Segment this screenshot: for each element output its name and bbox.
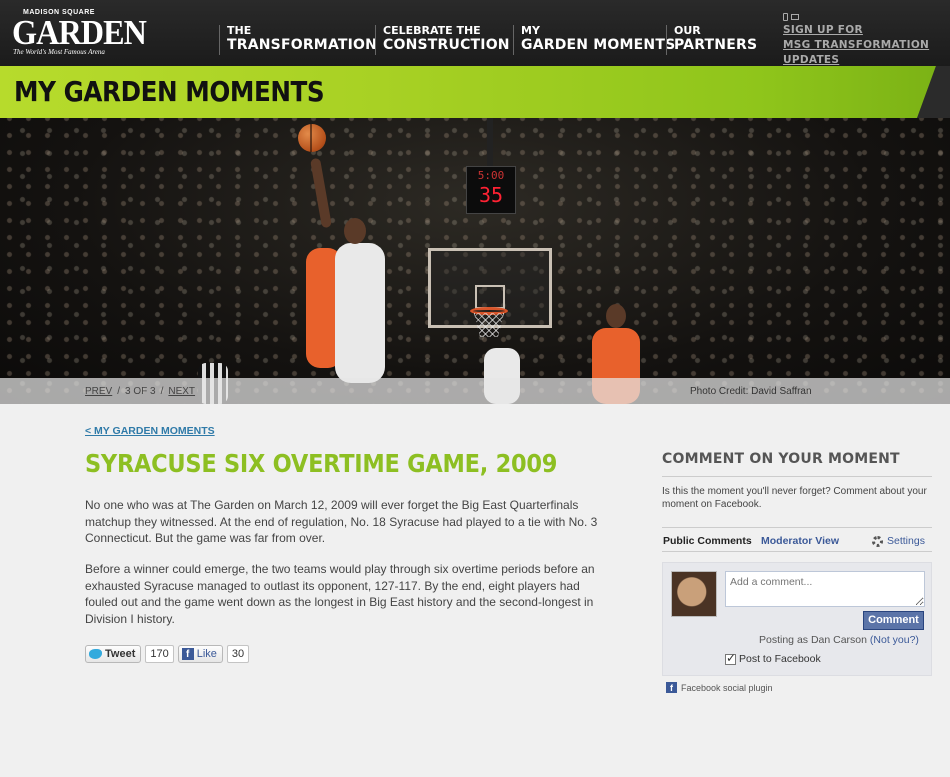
comment-tabs: Public Comments Moderator View Settings <box>662 528 932 552</box>
post-to-facebook-label: Post to Facebook <box>739 653 821 665</box>
uconn-player <box>335 243 385 383</box>
twitter-bird-icon <box>89 649 102 659</box>
comment-input[interactable] <box>725 571 925 607</box>
pager-separator: / <box>117 386 121 397</box>
like-count: 30 <box>226 645 250 663</box>
nav-transformation[interactable]: THE TRANSFORMATION <box>219 25 377 55</box>
signup-icons <box>783 12 950 22</box>
nav-our-partners[interactable]: OUR PARTNERS <box>666 25 757 55</box>
gear-icon <box>872 535 883 547</box>
page-title: MY GARDEN MOMENTS <box>14 75 325 108</box>
signup-line-1: SIGN UP FOR <box>783 24 863 36</box>
shot-clock-game-time: 5:00 <box>477 169 505 182</box>
comment-form: Comment Posting as Dan Carson (Not you?)… <box>662 562 932 676</box>
signup-line-2: MSG TRANSFORMATION UPDATES <box>783 39 930 66</box>
nav-label-large: PARTNERS <box>674 37 758 53</box>
not-you-link[interactable]: (Not you?) <box>870 634 919 646</box>
msg-logo[interactable]: MADISON SQUARE GARDEN The World's Most F… <box>12 8 147 58</box>
facebook-comments-widget: Public Comments Moderator View Settings … <box>662 527 932 676</box>
posting-as-label: Posting as Dan Carson <box>759 634 867 646</box>
article-paragraph: No one who was at The Garden on March 12… <box>85 498 598 545</box>
facebook-icon: f <box>666 682 677 693</box>
envelope-icon <box>791 14 799 20</box>
hero-photo: 5:00 35 PREV / 3 OF 3 / NEXT Photo Credi… <box>0 118 950 404</box>
next-link[interactable]: NEXT <box>168 386 195 397</box>
banner-corner-shade <box>914 66 950 118</box>
nav-label-large: CONSTRUCTION <box>383 37 510 53</box>
nav-label-large: TRANSFORMATION <box>227 37 378 53</box>
tab-public-comments[interactable]: Public Comments <box>663 535 752 547</box>
like-label: Like <box>196 648 217 660</box>
shot-clock-pole <box>487 118 493 166</box>
backboard-square <box>475 285 505 309</box>
nav-my-garden-moments[interactable]: MY GARDEN MOMENTS <box>513 25 675 55</box>
photo-caption-bar: PREV / 3 OF 3 / NEXT Photo Credit: David… <box>0 378 950 404</box>
prev-link[interactable]: PREV <box>85 386 112 397</box>
avatar <box>671 571 717 617</box>
tweet-count: 170 <box>145 645 174 663</box>
nav-celebrate-construction[interactable]: CELEBRATE THE CONSTRUCTION <box>375 25 510 55</box>
settings-label: Settings <box>887 535 925 547</box>
article-title: SYRACUSE SIX OVERTIME GAME, 2009 <box>85 449 558 478</box>
comment-intro: Is this the moment you'll never forget? … <box>662 486 927 510</box>
facebook-like-button[interactable]: f Like <box>177 645 223 663</box>
nav-label-large: GARDEN MOMENTS <box>521 37 676 53</box>
pager-separator: / <box>160 386 164 397</box>
nav-label-small: CELEBRATE THE <box>383 24 481 37</box>
nav-label-small: OUR <box>674 24 701 37</box>
pager-position: 3 OF 3 <box>125 386 156 397</box>
shot-clock-seconds: 35 <box>478 183 504 207</box>
tweet-label: Tweet <box>105 648 136 660</box>
photo-credit: Photo Credit: David Saffran <box>690 386 812 397</box>
mobile-phone-icon <box>783 13 788 21</box>
shot-clock: 5:00 35 <box>466 166 516 214</box>
tweet-button[interactable]: Tweet <box>85 645 142 663</box>
nav-label-small: THE <box>227 24 252 37</box>
basketball <box>298 124 326 152</box>
nav-label-small: MY <box>521 24 540 37</box>
comment-button[interactable]: Comment <box>863 611 924 630</box>
tab-moderator-view[interactable]: Moderator View <box>761 535 839 547</box>
divider <box>662 476 932 477</box>
comment-heading: COMMENT ON YOUR MOMENT <box>662 451 900 467</box>
posting-as: Posting as Dan Carson (Not you?) <box>759 634 919 646</box>
signup-updates-link[interactable]: SIGN UP FOR MSG TRANSFORMATION UPDATES <box>783 12 950 68</box>
settings-link[interactable]: Settings <box>872 535 925 547</box>
section-banner: MY GARDEN MOMENTS <box>0 66 950 118</box>
post-to-facebook-checkbox[interactable] <box>725 651 736 665</box>
player-head <box>606 304 626 328</box>
logo-main-text: GARDEN <box>12 13 147 52</box>
photo-pager: PREV / 3 OF 3 / NEXT <box>85 386 195 397</box>
player-head <box>344 218 366 244</box>
plugin-label: Facebook social plugin <box>681 682 773 693</box>
back-to-moments-link[interactable]: < MY GARDEN MOMENTS <box>85 425 215 437</box>
facebook-plugin-credit[interactable]: f Facebook social plugin <box>666 682 773 693</box>
article-paragraph: Before a winner could emerge, the two te… <box>85 562 595 626</box>
social-buttons: Tweet 170 f Like 30 <box>85 645 250 663</box>
post-to-facebook-option[interactable]: Post to Facebook <box>725 651 821 665</box>
facebook-icon: f <box>181 648 194 660</box>
top-navigation: MADISON SQUARE GARDEN The World's Most F… <box>0 0 950 66</box>
